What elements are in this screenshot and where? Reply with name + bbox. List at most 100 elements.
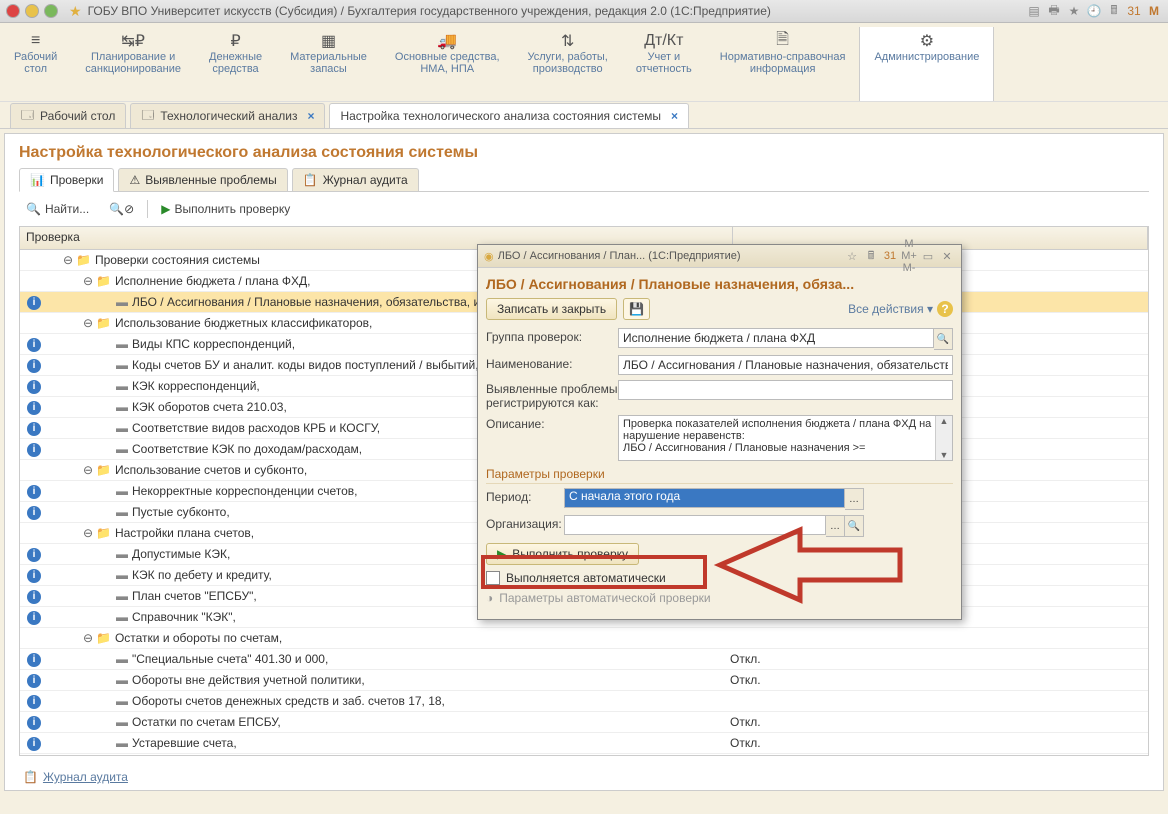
calculator-icon[interactable]: 🖩 (863, 247, 879, 266)
ribbon-item[interactable]: 🚚Основные средства,НМА, НПА (381, 27, 514, 101)
auto-params-link: ◑ Параметры автоматической проверки (486, 591, 953, 605)
calendar-icon[interactable]: 31 (882, 250, 898, 262)
problems-label: Выявленные проблемы регистрируются как: (486, 380, 618, 410)
expand-icon[interactable]: ⊖ (82, 316, 94, 330)
ribbon-item[interactable]: ⚙Администрирование (859, 27, 994, 101)
ribbon-item[interactable]: ⇅Услуги, работы,производство (514, 27, 622, 101)
dialog-titlebar[interactable]: ◉ ЛБО / Ассигнования / План... (1С:Предп… (478, 245, 961, 268)
ribbon-icon: ≡ (31, 31, 40, 51)
icon[interactable]: ☆ (844, 250, 860, 263)
info-icon: i (27, 296, 41, 310)
ribbon-item[interactable]: 🗎Нормативно-справочнаяинформация (706, 27, 860, 101)
toolbar-icon[interactable]: 🕘 (1086, 3, 1102, 19)
desc-field[interactable]: Проверка показателей исполнения бюджета … (618, 415, 953, 461)
lookup-icon: 🔍 (937, 334, 949, 345)
app-icon: ◉ (484, 250, 494, 263)
org-field[interactable] (564, 515, 826, 535)
expand-icon[interactable]: ⊖ (82, 526, 94, 540)
window-maximize-button[interactable] (44, 4, 58, 18)
save-button[interactable]: 💾 (623, 298, 650, 320)
calculator-icon[interactable]: 🖩 (1106, 3, 1122, 19)
ribbon-item[interactable]: ≡Рабочийстол (0, 27, 71, 101)
auto-run-checkbox-row[interactable]: Выполняется автоматически (486, 571, 953, 585)
tree-row[interactable]: i▬Обороты счетов денежных средств и заб.… (20, 691, 1148, 712)
tree-item-label: Пустые субконто, (132, 505, 230, 519)
footer-link[interactable]: 📋 Журнал аудита (23, 770, 128, 784)
tab-close-button[interactable]: × (307, 109, 314, 123)
all-actions-link[interactable]: Все действия ▾ (848, 302, 933, 316)
toolbar-icon[interactable]: ▤ (1026, 3, 1042, 19)
subtab-icon: ⚠ (129, 173, 140, 187)
item-icon: ▬ (116, 505, 128, 519)
tree-row[interactable]: i▬Остатки по счетам ЕПСБУ,Откл. (20, 712, 1148, 733)
folder-icon: 📁 (96, 526, 111, 540)
window-titlebar: ★ ГОБУ ВПО Университет искусств (Субсиди… (0, 0, 1168, 23)
lookup-button[interactable]: 🔍 (934, 328, 953, 350)
expand-icon[interactable]: ⊖ (82, 463, 94, 477)
ribbon-item[interactable]: ↹₽Планирование исанкционирование (71, 27, 195, 101)
info-icon: i (27, 401, 41, 415)
filter-clear-icon: 🔍⊘ (109, 202, 134, 216)
name-label: Наименование: (486, 355, 618, 371)
save-and-close-button[interactable]: Записать и закрыть (486, 298, 617, 320)
checkbox-icon[interactable] (486, 571, 500, 585)
info-icon: i (27, 359, 41, 373)
tree-item-label: Соответствие КЭК по доходам/расходам, (132, 442, 362, 456)
ribbon-item[interactable]: Дт/КтУчет иотчетность (622, 27, 706, 101)
play-icon: ▶ (161, 202, 170, 216)
subtab[interactable]: ⚠Выявленные проблемы (118, 168, 287, 191)
tree-row[interactable]: ⊖📁Учет нефинансовых активов, (20, 754, 1148, 756)
expand-icon[interactable]: ⊖ (62, 253, 74, 267)
window-minimize-button[interactable] (25, 4, 39, 18)
calendar-icon[interactable]: 31 (1126, 3, 1142, 19)
group-field[interactable] (618, 328, 934, 348)
subtab-icon: 📊 (30, 173, 45, 187)
org-select-button[interactable]: … (826, 515, 845, 537)
help-icon[interactable]: ? (937, 301, 953, 317)
info-icon: i (27, 506, 41, 520)
document-tab[interactable]: 🗔Рабочий стол (10, 103, 126, 128)
tab-close-button[interactable]: × (671, 109, 678, 123)
window-close-button[interactable] (6, 4, 20, 18)
ribbon-item[interactable]: ▦Материальныезапасы (276, 27, 381, 101)
favorite-icon[interactable]: ★ (69, 3, 82, 20)
dialog-run-check-button[interactable]: ▶ Выполнить проверку (486, 543, 639, 565)
document-tab[interactable]: 🗔Технологический анализ× (130, 103, 325, 128)
item-icon: ▬ (116, 694, 128, 708)
period-select-button[interactable]: … (845, 488, 864, 510)
tree-row[interactable]: i▬Обороты вне действия учетной политики,… (20, 670, 1148, 691)
memory-buttons[interactable]: M M+ M- (901, 238, 917, 274)
dialog-close-button[interactable]: ✕ (939, 250, 955, 263)
period-field[interactable]: С начала этого года (564, 488, 845, 508)
dialog-heading: ЛБО / Ассигнования / Плановые назначения… (486, 276, 953, 292)
find-button[interactable]: 🔍Найти... (19, 199, 96, 219)
info-icon: i (27, 338, 41, 352)
dialog-title: ЛБО / Ассигнования / План... (1С:Предпри… (498, 250, 844, 262)
document-tab[interactable]: Настройка технологического анализа состо… (329, 103, 689, 128)
toolbar-icon[interactable]: 🖶 (1046, 3, 1062, 19)
expand-icon[interactable]: ⊖ (82, 274, 94, 288)
name-field[interactable] (618, 355, 953, 375)
tree-item-label: КЭК оборотов счета 210.03, (132, 400, 287, 414)
toolbar-letter-m[interactable]: M (1146, 3, 1162, 19)
scrollbar[interactable]: ▲▼ (935, 416, 952, 460)
expand-icon[interactable]: ⊖ (82, 631, 94, 645)
run-check-button[interactable]: ▶Выполнить проверку (154, 199, 297, 219)
info-icon: i (27, 695, 41, 709)
tree-row[interactable]: ⊖📁Остатки и обороты по счетам, (20, 628, 1148, 649)
tree-item-label: Коды счетов БУ и аналит. коды видов пост… (132, 358, 479, 372)
tree-row[interactable]: i▬"Специальные счета" 401.30 и 000,Откл. (20, 649, 1148, 670)
clear-filter-button[interactable]: 🔍⊘ (102, 199, 141, 219)
toolbar-icon[interactable]: ★ (1066, 3, 1082, 19)
item-icon: ▬ (116, 379, 128, 393)
subtab[interactable]: 📊Проверки (19, 168, 114, 192)
tree-item-label: Исполнение бюджета / плана ФХД, (115, 274, 311, 288)
item-icon: ▬ (116, 295, 128, 309)
dialog-minimize-button[interactable]: ▭ (920, 250, 936, 263)
subtab[interactable]: 📋Журнал аудита (292, 168, 419, 191)
org-lookup-button[interactable]: 🔍 (845, 515, 864, 537)
tree-row[interactable]: i▬Устаревшие счета,Откл. (20, 733, 1148, 754)
folder-icon: 📁 (96, 274, 111, 288)
ribbon-item[interactable]: ₽Денежныесредства (195, 27, 276, 101)
problems-field[interactable] (618, 380, 953, 400)
